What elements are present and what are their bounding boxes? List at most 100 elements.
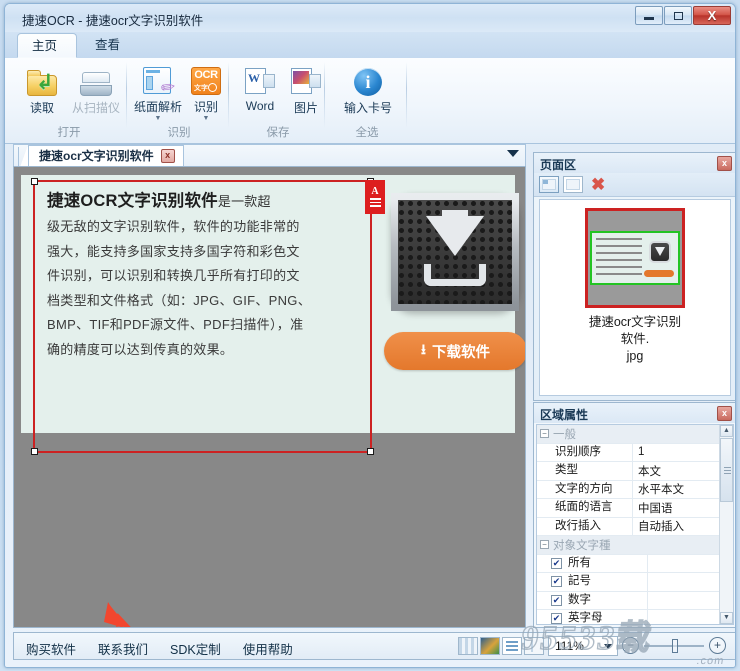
page-analyze-icon: ✏ (143, 62, 173, 95)
properties-scrollbar[interactable]: ▲ ▼ (719, 425, 733, 624)
open-folder-icon: ↲ (27, 62, 57, 96)
zoom-in-button[interactable]: + (709, 637, 726, 654)
list-view-icon[interactable] (563, 176, 583, 193)
link-contact-us[interactable]: 联系我们 (98, 639, 148, 658)
property-value[interactable]: 自动插入 (633, 518, 733, 534)
word-document-icon: W (245, 62, 275, 96)
paragraph-line: 档类型和文件格式（如：JPG、GIF、PNG、 (47, 289, 377, 314)
page-thumbnail-item[interactable]: 捷速ocr文字识别软件. jpg (585, 208, 685, 365)
properties-grid[interactable]: − 一般 识别顺序 1 类型 本文 文字的方向 水平本文 纸面的语言 中国语 改… (536, 424, 734, 625)
property-value[interactable]: 水平本文 (633, 481, 733, 497)
page-panel-close-icon[interactable]: x (717, 156, 732, 171)
minimize-icon (644, 17, 654, 20)
ribbon-group-label-select-all: 全选 (327, 124, 407, 140)
page-thumbnail-label: 捷速ocr文字识别软件. jpg (585, 314, 685, 365)
link-sdk-custom[interactable]: SDK定制 (170, 639, 221, 658)
ribbon-button-read[interactable]: ↲ 读取 (13, 62, 71, 122)
ribbon-separator (228, 62, 229, 128)
checkbox-latin[interactable]: ✔ (551, 613, 562, 624)
property-value[interactable]: 本文 (633, 463, 733, 479)
status-bar: 购买软件 联系我们 SDK定制 使用帮助 111% − + (13, 632, 736, 660)
delete-page-icon[interactable]: ✖ (591, 176, 605, 193)
link-help[interactable]: 使用帮助 (243, 639, 293, 658)
text-region-marker-icon[interactable]: A (365, 180, 385, 214)
ribbon-button-recognize[interactable]: OCR文字 识别 ▼ (177, 62, 235, 122)
chevron-down-icon[interactable]: ▼ (155, 116, 162, 122)
tab-home[interactable]: 主页 (17, 33, 77, 58)
window-controls: X (635, 6, 731, 25)
properties-panel-close-icon[interactable]: x (717, 406, 732, 421)
property-group-character-types[interactable]: − 对象文字種 (537, 536, 733, 555)
document-canvas[interactable]: 捷速OCR文字识别软件是一款超 级无敌的文字识别软件，软件的功能非常的 强大，能… (13, 166, 526, 628)
page-panel-toolbar: ✖ (534, 173, 736, 197)
document-tab-close-icon[interactable]: x (161, 149, 175, 163)
paragraph-line: 件识别，可以识别和转换几乎所有打印的文 (47, 264, 377, 289)
document-tab-dropdown-icon[interactable] (507, 150, 519, 157)
ribbon-button-from-scanner[interactable]: 从扫描仪 (67, 62, 125, 122)
property-group-general[interactable]: − 一般 (537, 425, 733, 444)
property-value[interactable]: 1 (633, 446, 733, 458)
scroll-up-button[interactable]: ▲ (720, 425, 733, 437)
ribbon-group-recognize: ✏ 纸面解析 ▼ OCR文字 识别 ▼ 识别 (129, 58, 229, 143)
property-row-type[interactable]: 类型 本文 (537, 462, 733, 481)
page-thumbnail-image (585, 208, 685, 308)
page-panel: 页面区 x ✖ 捷速ocr文字识别软件. jpg (533, 152, 736, 401)
split-view-icon[interactable] (524, 637, 544, 655)
property-checkbox-row-symbol[interactable]: ✔ 記号 (537, 573, 733, 592)
scrollbar-thumb[interactable] (720, 438, 733, 502)
download-arrow-icon: ⭳ (421, 339, 426, 363)
collapse-icon[interactable]: − (540, 540, 549, 549)
property-name: 识别顺序 (537, 444, 633, 462)
image-view-icon[interactable] (480, 637, 500, 655)
close-button[interactable]: X (693, 6, 731, 25)
property-name: 纸面的语言 (537, 499, 633, 517)
document-heading: 捷速OCR文字识别软件是一款超 (47, 187, 377, 211)
thumbnail-view-icon[interactable] (539, 176, 559, 193)
maximize-button[interactable] (664, 6, 692, 25)
property-checkbox-row-latin[interactable]: ✔ 英字母 (537, 610, 733, 625)
property-row-page-language[interactable]: 纸面的语言 中国语 (537, 499, 733, 518)
property-name: 文字的方向 (537, 481, 633, 499)
document-tab-label: 捷速ocr文字识别软件 (39, 146, 154, 167)
checkbox-number[interactable]: ✔ (551, 595, 562, 606)
checkbox-symbol[interactable]: ✔ (551, 576, 562, 587)
text-view-icon[interactable] (502, 637, 522, 655)
resize-handle-bottom-left[interactable] (31, 448, 38, 455)
collapse-icon[interactable]: − (540, 429, 549, 438)
application-window: 捷速OCR - 捷速ocr文字识别软件 X 主页 查看 ↲ 读取 从扫描仪 (0, 0, 740, 671)
resize-handle-bottom-right[interactable] (367, 448, 374, 455)
property-value[interactable]: 中国语 (633, 500, 733, 516)
zoom-level-select[interactable]: 111% (548, 636, 618, 656)
scroll-down-button[interactable]: ▼ (720, 612, 733, 624)
download-software-button[interactable]: ⭳ 下载软件 (384, 332, 526, 370)
checkbox-all[interactable]: ✔ (551, 558, 562, 569)
chevron-down-icon[interactable]: ▼ (203, 116, 210, 122)
property-checkbox-row-all[interactable]: ✔ 所有 (537, 555, 733, 574)
property-checkbox-row-number[interactable]: ✔ 数字 (537, 592, 733, 611)
info-circle-icon: i (354, 62, 382, 96)
paragraph-line: 强大，能支持多国家支持多国字符和彩色文 (47, 240, 377, 265)
tab-view[interactable]: 查看 (81, 33, 139, 58)
checkbox-label: 数字 (568, 592, 648, 610)
fit-page-icon[interactable] (458, 637, 478, 655)
status-bar-links: 购买软件 联系我们 SDK定制 使用帮助 (26, 639, 293, 658)
document-tab[interactable]: 捷速ocr文字识别软件 x (28, 145, 184, 166)
zoom-out-button[interactable]: − (622, 637, 639, 654)
region-properties-panel: 区域属性 x − 一般 识别顺序 1 类型 本文 文字的方向 水平本文 纸面的语… (533, 402, 736, 628)
download-button-label: 下载软件 (432, 341, 490, 362)
page-panel-title: 页面区 (540, 156, 576, 173)
ribbon-button-enter-card-number[interactable]: i 输入卡号 (337, 62, 399, 122)
property-row-text-direction[interactable]: 文字的方向 水平本文 (537, 481, 733, 500)
minimize-button[interactable] (635, 6, 663, 25)
link-buy-software[interactable]: 购买软件 (26, 639, 76, 658)
window-frame: 捷速OCR - 捷速ocr文字识别软件 X 主页 查看 ↲ 读取 从扫描仪 (4, 3, 736, 668)
property-row-line-break[interactable]: 改行插入 自动插入 (537, 518, 733, 537)
ribbon-tab-strip: 主页 查看 (5, 32, 735, 59)
property-row-recognition-order[interactable]: 识别顺序 1 (537, 444, 733, 463)
chevron-down-icon[interactable] (604, 644, 612, 649)
zoom-slider-knob[interactable] (672, 639, 678, 653)
ribbon-separator (324, 62, 325, 128)
paragraph-line: 确的精度可以达到传真的效果。 (47, 338, 377, 363)
zoom-slider[interactable]: − + (622, 637, 726, 655)
page-thumbnail-list[interactable]: 捷速ocr文字识别软件. jpg (539, 199, 731, 396)
